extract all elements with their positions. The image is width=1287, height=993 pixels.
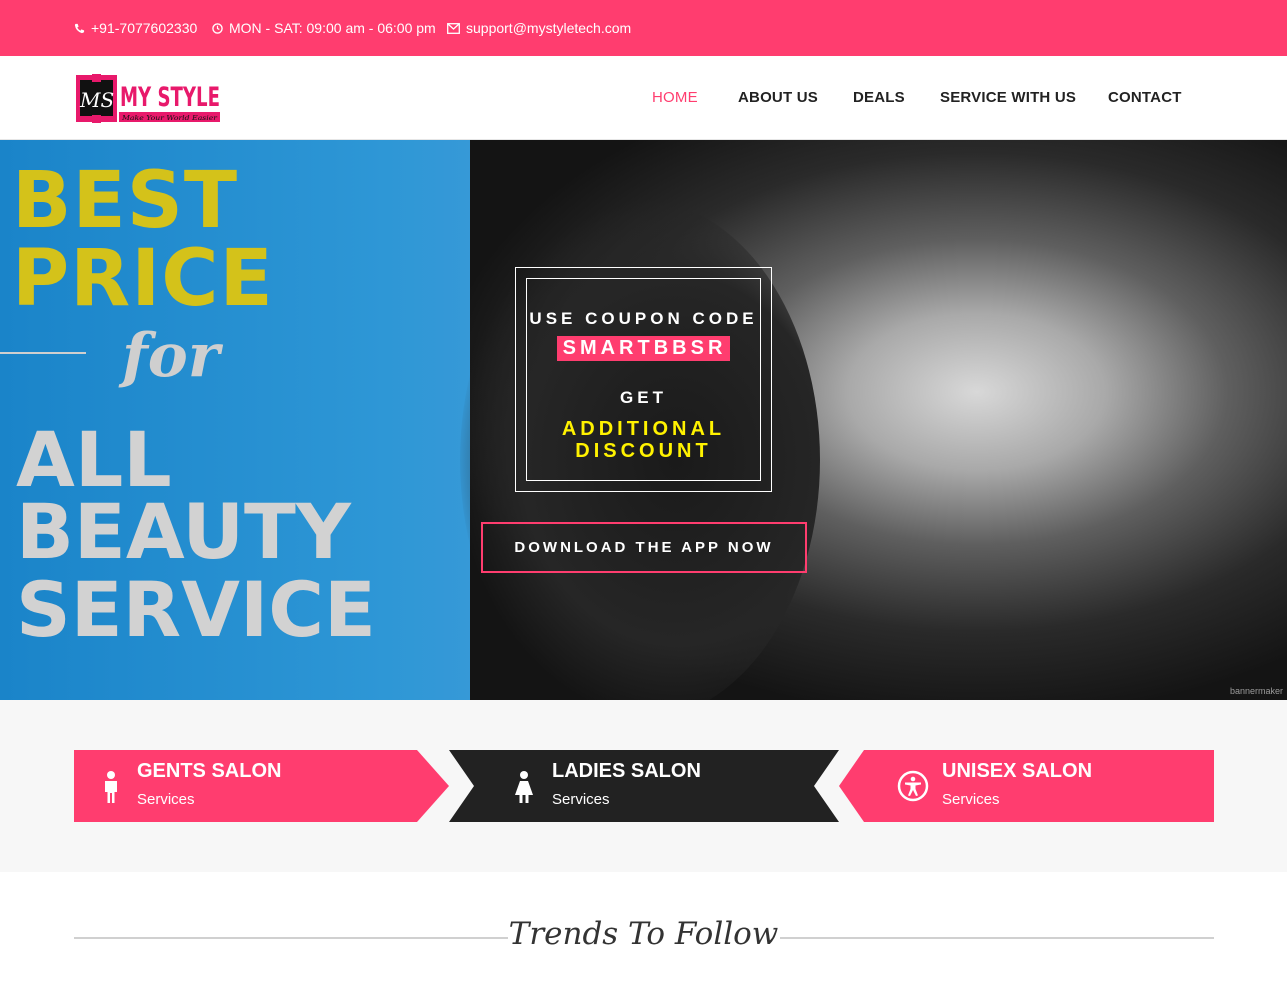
nav-about-us[interactable]: ABOUT US (738, 89, 818, 106)
banner-text-beauty: BEAUTY (16, 487, 351, 576)
ladies-salon-sub: Services (552, 791, 610, 808)
svg-text:MS: MS (79, 88, 114, 112)
logo-mark: MS MY STYLE Make Your World Easier (76, 74, 220, 123)
banner-watermark: bannermaker (1229, 686, 1283, 696)
banner-divider (0, 352, 86, 354)
coupon-heading: USE COUPON CODE (529, 309, 758, 328)
svg-text:Make Your World Easier: Make Your World Easier (121, 114, 218, 122)
trends-heading: Trends To Follow (508, 916, 779, 952)
coupon-additional: ADDITIONAL (561, 418, 726, 440)
coupon-box: USE COUPON CODE SMARTBBSR GET ADDITIONAL… (515, 267, 772, 492)
nav-deals[interactable]: DEALS (853, 89, 905, 106)
coupon-code: SMARTBBSR (556, 336, 731, 361)
unisex-salon-card[interactable]: UNISEX SALON Services (839, 750, 1214, 822)
envelope-icon (447, 22, 460, 34)
ladies-salon-card[interactable]: LADIES SALON Services (449, 750, 839, 822)
banner-text-for: for (122, 321, 220, 391)
unisex-salon-sub: Services (942, 791, 1000, 808)
site-logo[interactable]: MS MY STYLE Make Your World Easier (76, 74, 222, 124)
gents-salon-card[interactable]: GENTS SALON Services (74, 750, 449, 822)
download-app-button[interactable]: DOWNLOAD THE APP NOW (481, 522, 807, 573)
clock-icon (212, 22, 223, 34)
phone-number: +91-7077602330 (91, 20, 198, 36)
svg-text:MY STYLE: MY STYLE (120, 82, 220, 113)
coupon-code-wrap: SMARTBBSR (527, 336, 760, 361)
banner-text-price: PRICE (12, 234, 274, 324)
male-icon (105, 771, 117, 803)
coupon-box-inner: USE COUPON CODE SMARTBBSR GET ADDITIONAL… (526, 278, 761, 481)
female-icon (515, 771, 533, 803)
nav-contact[interactable]: CONTACT (1108, 89, 1182, 106)
accessibility-icon (897, 770, 929, 802)
hours-text: MON - SAT: 09:00 am - 06:00 pm (229, 20, 436, 36)
coupon-get: GET (620, 388, 667, 407)
top-info-bar: +91-7077602330 MON - SAT: 09:00 am - 06:… (0, 0, 1287, 56)
email-contact[interactable]: support@mystyletech.com (447, 20, 631, 36)
phone-icon (74, 23, 85, 33)
banner-text-service: SERVICE (16, 565, 376, 654)
phone-contact[interactable]: +91-7077602330 (74, 20, 197, 36)
email-address: support@mystyletech.com (466, 20, 632, 36)
site-header: MS MY STYLE Make Your World Easier HOME … (0, 56, 1287, 140)
hero-banner: BEST PRICE for ALL BEAUTY SERVICE USE CO… (0, 140, 1287, 700)
nav-home[interactable]: HOME (652, 89, 698, 106)
ladies-salon-title: LADIES SALON (552, 760, 701, 782)
unisex-salon-title: UNISEX SALON (942, 760, 1093, 782)
coupon-discount: DISCOUNT (575, 440, 712, 462)
banner-text-best: BEST (12, 156, 239, 246)
gents-salon-title: GENTS SALON (137, 760, 282, 782)
gents-salon-sub: Services (137, 791, 195, 808)
nav-service-with-us[interactable]: SERVICE WITH US (940, 89, 1076, 106)
salon-services-strip: GENTS SALON Services LADIES SALON Servic… (0, 700, 1287, 872)
business-hours: MON - SAT: 09:00 am - 06:00 pm (212, 20, 436, 36)
